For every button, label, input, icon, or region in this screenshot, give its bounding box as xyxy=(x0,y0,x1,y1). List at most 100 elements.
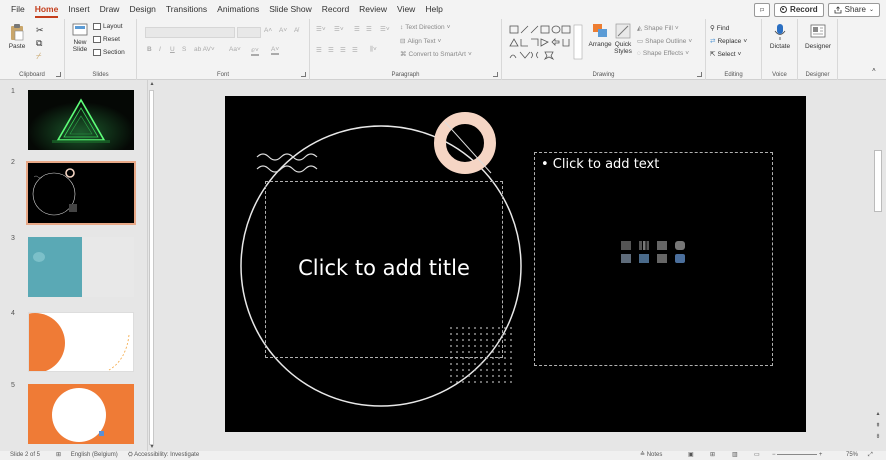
bold-button[interactable]: B xyxy=(147,46,152,53)
shape-effects-button[interactable]: ◌ Shape Effects ˅ xyxy=(637,50,689,57)
align-right-button[interactable]: ☰ xyxy=(340,46,346,54)
insert-table-icon[interactable] xyxy=(621,241,631,250)
slide-thumbnail-2[interactable] xyxy=(26,161,136,225)
justify-button[interactable]: ☰ xyxy=(352,46,358,54)
notes-button[interactable]: ≙ Notes xyxy=(640,451,662,460)
comments-button[interactable] xyxy=(754,2,771,17)
previous-slide-icon[interactable]: ⇞ xyxy=(875,423,881,429)
thumbnail-scrollbar[interactable]: ▴ ▾ xyxy=(147,80,155,451)
insert-stock-image-icon[interactable] xyxy=(639,254,649,263)
cut-button[interactable]: ✂ xyxy=(36,25,44,36)
align-center-button[interactable]: ☰ xyxy=(328,46,334,54)
tab-home[interactable]: Home xyxy=(30,0,64,19)
decrease-indent-button[interactable]: ☰ xyxy=(354,25,360,33)
shape-fill-button[interactable]: ◭ Shape Fill ˅ xyxy=(637,24,679,33)
arrange-button[interactable]: Arrange xyxy=(588,23,612,48)
content-placeholder[interactable]: • Click to add text xyxy=(534,152,773,366)
tab-view[interactable]: View xyxy=(392,0,420,19)
current-slide[interactable]: Click to add title • Click to add text xyxy=(225,96,806,432)
zoom-slider[interactable]: − + xyxy=(772,451,832,460)
paragraph-launcher-icon[interactable] xyxy=(493,72,498,77)
slide-scrollbar[interactable]: ▴ ⇞ ⇟ xyxy=(871,80,886,451)
quick-styles-button[interactable]: Quick Styles xyxy=(612,23,634,55)
scroll-up-icon[interactable]: ▴ xyxy=(149,81,155,87)
shrink-font-button[interactable]: A˅ xyxy=(279,27,287,34)
find-button[interactable]: ⚲ Find xyxy=(710,24,729,33)
slideshow-button[interactable]: ▭ xyxy=(754,451,760,460)
scroll-down-icon[interactable]: ▾ xyxy=(149,444,155,450)
tab-draw[interactable]: Draw xyxy=(95,0,125,19)
increase-indent-button[interactable]: ☰ xyxy=(366,25,372,33)
highlight-button[interactable]: ⅇ˅ xyxy=(251,46,259,56)
tab-animations[interactable]: Animations xyxy=(212,0,264,19)
clear-format-button[interactable]: A̸ xyxy=(294,27,298,34)
slide-thumbnail-3[interactable] xyxy=(28,237,134,297)
font-launcher-icon[interactable] xyxy=(301,72,306,77)
reset-button[interactable]: Reset xyxy=(93,36,120,43)
accessibility-status[interactable]: ⛭ Accessibility: Investigate xyxy=(128,451,199,460)
shapes-gallery[interactable] xyxy=(508,24,584,62)
line-spacing-button[interactable]: ☰˅ xyxy=(380,25,390,33)
format-painter-button[interactable]: ⌿ xyxy=(36,51,41,62)
font-family-combo[interactable] xyxy=(145,27,235,38)
align-left-button[interactable]: ☰ xyxy=(316,46,322,54)
title-placeholder[interactable]: Click to add title xyxy=(265,181,503,358)
drawing-launcher-icon[interactable] xyxy=(697,72,702,77)
slide-scroll-thumb[interactable] xyxy=(874,150,882,212)
replace-button[interactable]: ⇄ Replace ˅ xyxy=(710,37,747,46)
zoom-level[interactable]: 75% xyxy=(846,451,858,460)
slide-thumbnail-4[interactable] xyxy=(28,312,134,372)
font-color-button[interactable]: A˅ xyxy=(271,46,280,55)
tab-help[interactable]: Help xyxy=(420,0,447,19)
tab-review[interactable]: Review xyxy=(354,0,392,19)
convert-smartart-button[interactable]: ⌘ Convert to SmartArt ˅ xyxy=(400,50,472,59)
slide-thumbnail-5[interactable] xyxy=(28,384,134,444)
record-button[interactable]: Record xyxy=(774,2,824,17)
insert-video-icon[interactable] xyxy=(657,254,667,263)
clipboard-launcher-icon[interactable] xyxy=(56,72,61,77)
reading-view-button[interactable]: ▥ xyxy=(732,451,738,460)
insert-chart-icon[interactable] xyxy=(639,241,649,250)
text-direction-button[interactable]: ↕ Text Direction ˅ xyxy=(400,24,450,31)
slide-thumbnail-1[interactable] xyxy=(28,90,134,150)
normal-view-button[interactable]: ▣ xyxy=(688,451,694,460)
tab-slide-show[interactable]: Slide Show xyxy=(264,0,317,19)
insert-smartart-icon[interactable] xyxy=(657,241,667,250)
insert-icon-icon[interactable] xyxy=(675,254,685,263)
select-button[interactable]: ⇱ Select ˅ xyxy=(710,50,741,59)
columns-button[interactable]: ⫼˅ xyxy=(370,46,377,54)
paste-button[interactable]: Paste xyxy=(6,23,28,50)
tab-record[interactable]: Record xyxy=(317,0,354,19)
tab-transitions[interactable]: Transitions xyxy=(161,0,212,19)
next-slide-icon[interactable]: ⇟ xyxy=(875,434,881,440)
copy-button[interactable]: ⧉ xyxy=(36,38,42,49)
grow-font-button[interactable]: A˄ xyxy=(264,27,272,34)
thumbnail-scroll-thumb[interactable] xyxy=(149,90,154,445)
shape-outline-button[interactable]: ▭ Shape Outline ˅ xyxy=(637,37,692,46)
share-button[interactable]: Share ⌄ xyxy=(827,2,880,17)
scroll-up-icon[interactable]: ▴ xyxy=(875,411,881,417)
language-status[interactable]: ⊞ English (Belgium) xyxy=(56,451,118,460)
tab-design[interactable]: Design xyxy=(124,0,160,19)
char-spacing-button[interactable]: ab AV˅ xyxy=(194,46,215,53)
dictate-button[interactable]: Dictate xyxy=(765,23,795,50)
collapse-ribbon-button[interactable]: ˄ xyxy=(872,67,876,74)
fit-slide-button[interactable]: ⤢ xyxy=(868,451,873,460)
designer-button[interactable]: Designer xyxy=(800,23,836,50)
new-slide-button[interactable]: New Slide xyxy=(68,23,92,53)
bullets-button[interactable]: ☰˅ xyxy=(316,25,326,33)
tab-insert[interactable]: Insert xyxy=(63,0,94,19)
slide-sorter-button[interactable]: ⊞ xyxy=(710,451,715,460)
strikethrough-button[interactable]: S xyxy=(182,46,186,53)
insert-picture-icon[interactable] xyxy=(621,254,631,263)
layout-button[interactable]: Layout xyxy=(93,23,123,30)
italic-button[interactable]: I xyxy=(159,46,161,53)
change-case-button[interactable]: Aa˅ xyxy=(229,46,241,53)
underline-button[interactable]: U xyxy=(170,46,175,53)
insert-3d-model-icon[interactable] xyxy=(675,241,685,250)
font-size-combo[interactable] xyxy=(237,27,261,38)
section-button[interactable]: Section xyxy=(93,49,125,56)
numbering-button[interactable]: ☰˅ xyxy=(334,25,344,33)
align-text-button[interactable]: ⊟ Align Text ˅ xyxy=(400,37,441,46)
tab-file[interactable]: File xyxy=(6,0,30,19)
